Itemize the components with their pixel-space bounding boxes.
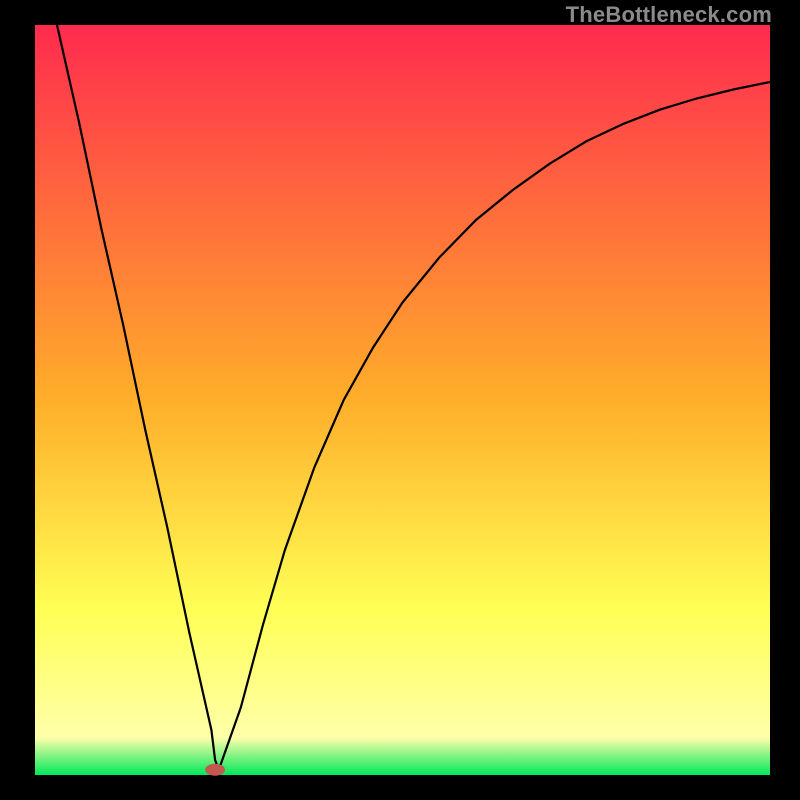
chart-frame: TheBottleneck.com bbox=[0, 0, 800, 800]
watermark-text: TheBottleneck.com bbox=[566, 2, 772, 28]
chart-svg bbox=[0, 0, 800, 800]
minimum-marker bbox=[205, 764, 225, 776]
plot-background bbox=[35, 25, 770, 775]
